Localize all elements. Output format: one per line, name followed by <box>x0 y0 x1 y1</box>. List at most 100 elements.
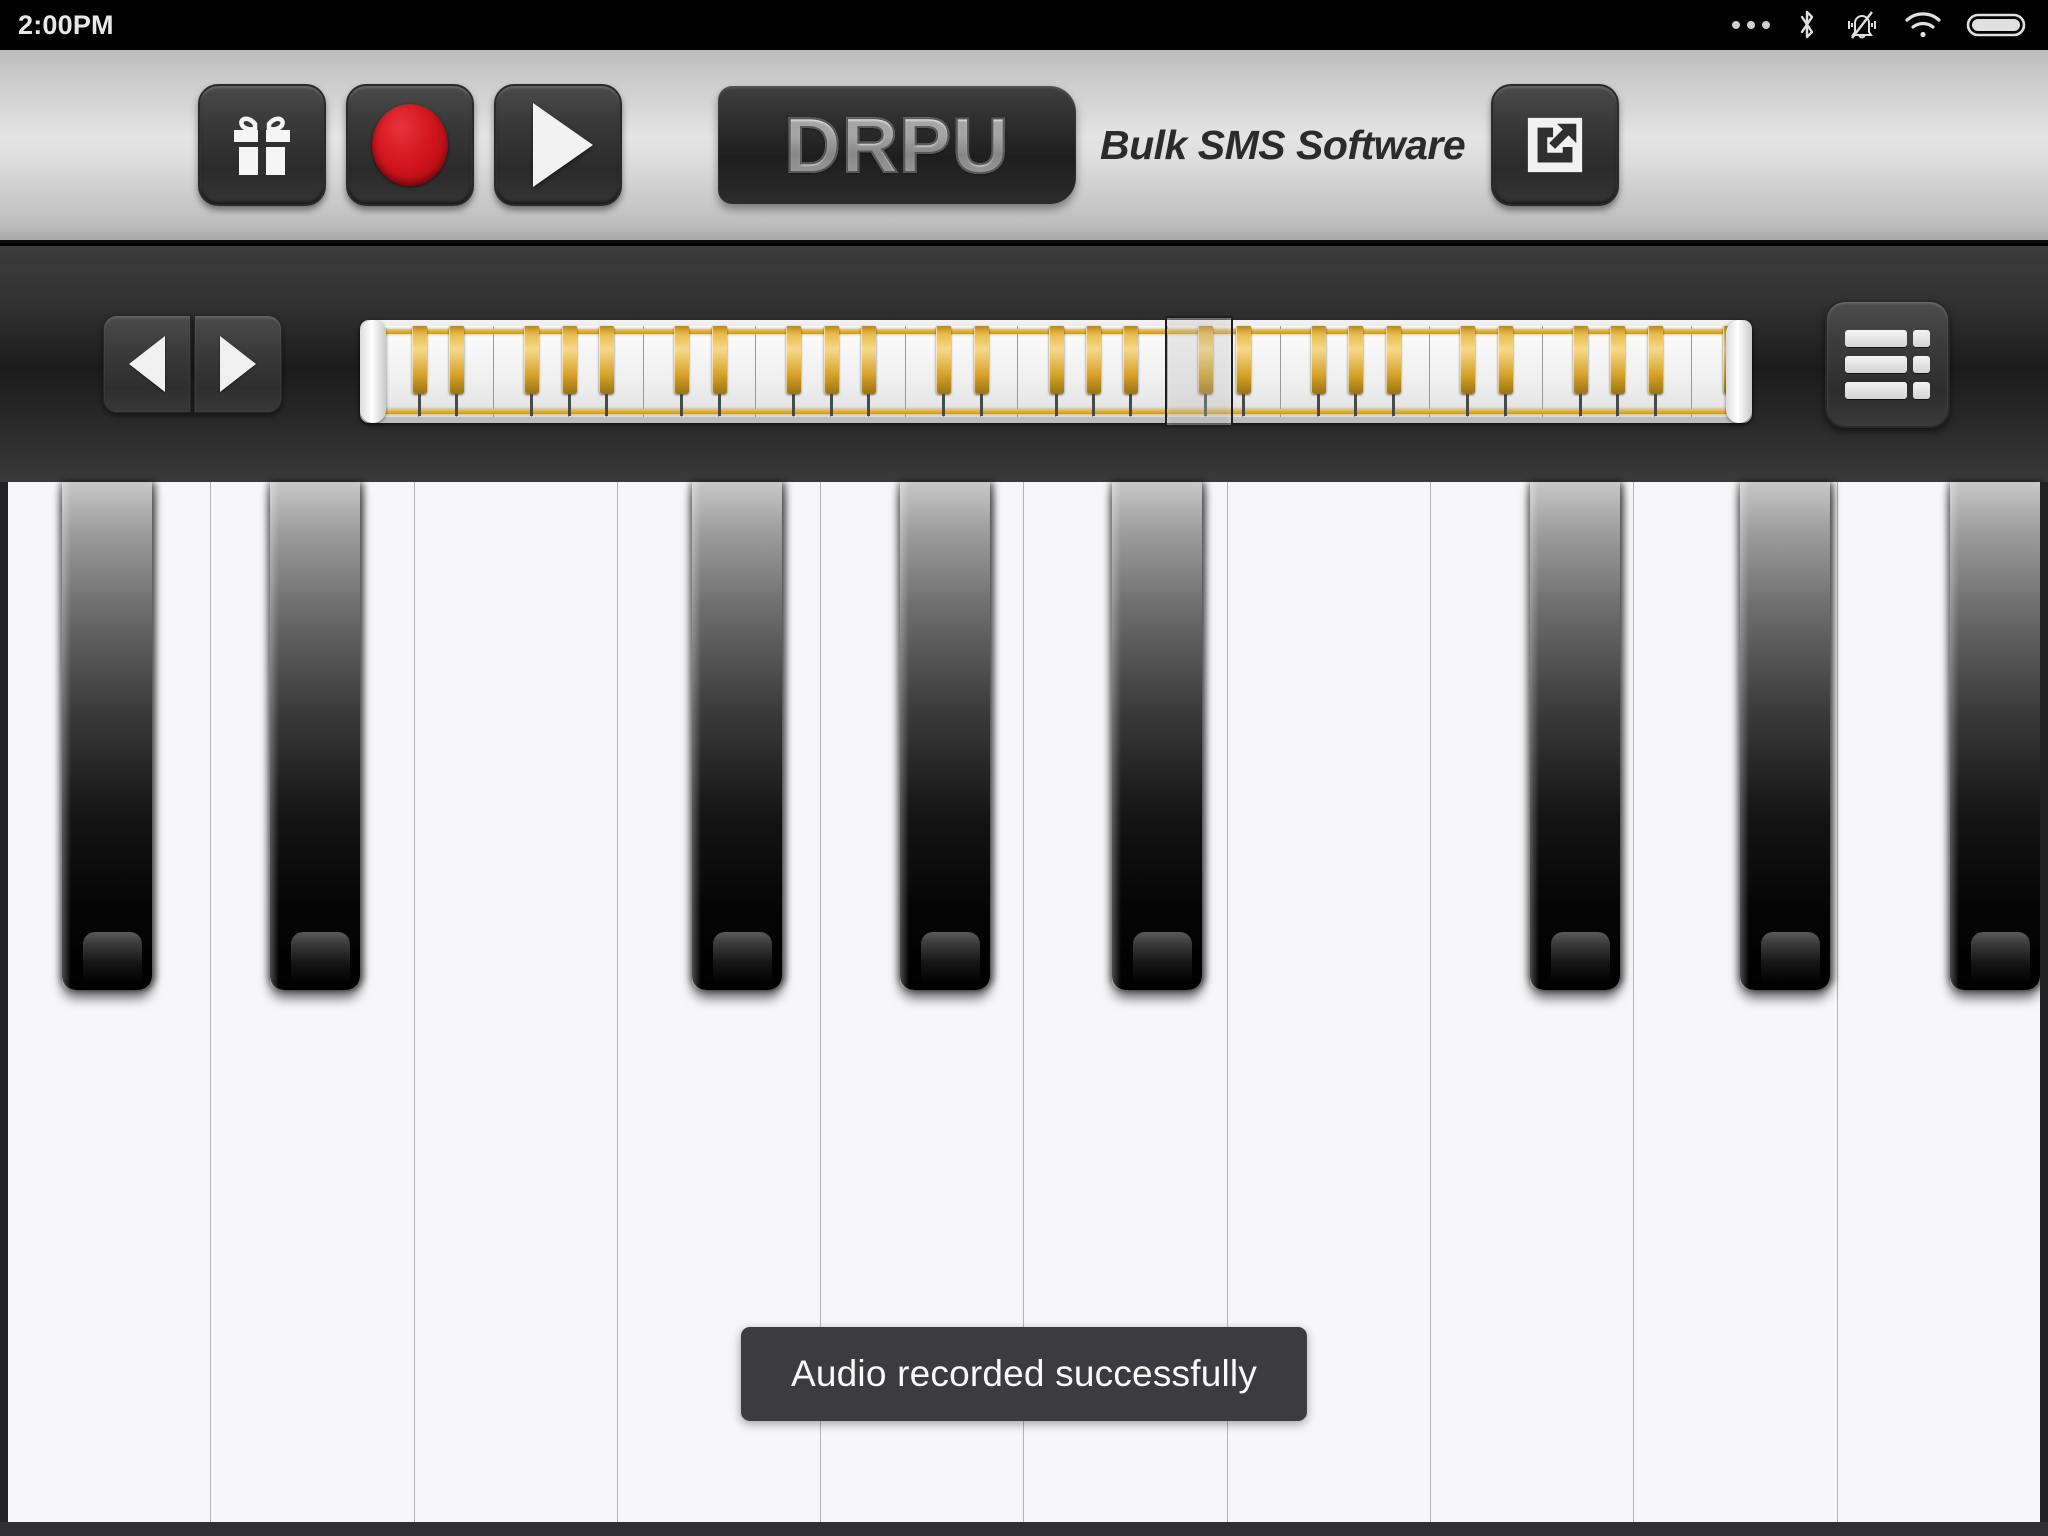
mini-black-key <box>973 326 989 394</box>
status-bar-time: 2:00PM <box>18 9 114 40</box>
mini-black-key <box>1572 326 1588 394</box>
app-logo-badge: DRPU <box>718 86 1076 204</box>
mini-black-key <box>861 326 877 394</box>
black-key[interactable] <box>900 482 990 990</box>
mini-black-key <box>1310 326 1326 394</box>
mini-black-key-stem <box>530 394 534 416</box>
mini-black-key-stem <box>605 394 609 416</box>
mini-black-key <box>674 326 690 394</box>
piano-bottom-rail <box>0 1522 2048 1536</box>
menu-icon-row <box>1845 355 1930 373</box>
mini-keyboard-overview[interactable] <box>360 316 1752 427</box>
mini-black-key-stem <box>1616 394 1620 416</box>
mini-black-key <box>786 326 802 394</box>
black-key[interactable] <box>62 482 152 990</box>
mini-black-key-stem <box>792 394 796 416</box>
mini-black-key-stem <box>567 394 571 416</box>
toast-notification: Audio recorded successfully <box>740 1327 1308 1421</box>
app-root: 2:00PM DRPU Bulk SMS Software Audio reco… <box>0 0 2048 1536</box>
mini-black-key-stem <box>680 394 684 416</box>
mini-black-key-stem <box>1578 394 1582 416</box>
mini-black-key-stem <box>1129 394 1133 416</box>
menu-icon-bar <box>1845 355 1907 373</box>
mini-black-key <box>1460 326 1476 394</box>
menu-button[interactable] <box>1825 300 1950 428</box>
mini-black-key-stem <box>1503 394 1507 416</box>
mini-black-key <box>936 326 952 394</box>
mini-black-key <box>1348 326 1364 394</box>
record-button[interactable] <box>346 84 474 206</box>
export-icon <box>1528 117 1583 173</box>
mini-black-key-stem <box>979 394 983 416</box>
mini-black-key <box>411 326 427 394</box>
mini-black-key <box>1123 326 1139 394</box>
menu-icon-box <box>1913 381 1930 399</box>
black-key[interactable] <box>270 482 360 990</box>
mini-black-key-stem <box>942 394 946 416</box>
wifi-icon <box>1905 12 1941 38</box>
mini-black-key-stem <box>1391 394 1395 416</box>
mini-black-key <box>823 326 839 394</box>
next-octave-button[interactable] <box>194 315 282 413</box>
overflow-dots-icon <box>1732 21 1770 29</box>
battery-icon <box>1966 13 2026 37</box>
white-key[interactable] <box>414 482 618 1522</box>
mini-black-key <box>449 326 465 394</box>
mini-black-key <box>599 326 615 394</box>
mini-black-key <box>1385 326 1401 394</box>
menu-icon-row <box>1845 329 1930 347</box>
mini-black-key-stem <box>455 394 459 416</box>
black-key[interactable] <box>1112 482 1202 990</box>
mini-black-key-stem <box>1091 394 1095 416</box>
gift-button[interactable] <box>198 84 326 206</box>
mini-black-key-stem <box>717 394 721 416</box>
top-toolbar: DRPU Bulk SMS Software <box>0 50 2048 243</box>
menu-icon-bar <box>1845 329 1907 347</box>
mini-black-key <box>561 326 577 394</box>
mini-black-key-stem <box>1241 394 1245 416</box>
piano-edge-right <box>2040 482 2048 1522</box>
status-bar-icons <box>1732 8 2028 42</box>
mini-black-key-stem <box>867 394 871 416</box>
mini-black-key <box>524 326 540 394</box>
export-button[interactable] <box>1491 84 1620 206</box>
mini-black-key-stem <box>1653 394 1657 416</box>
chevron-right-icon <box>220 336 256 392</box>
black-key[interactable] <box>1530 482 1620 990</box>
mini-black-key-stem <box>1054 394 1058 416</box>
black-key[interactable] <box>1950 482 2040 990</box>
bell-muted-icon <box>1848 11 1876 39</box>
mini-black-key-stem <box>1466 394 1470 416</box>
mini-black-key <box>1647 326 1663 394</box>
mini-black-key <box>711 326 727 394</box>
prev-octave-button[interactable] <box>103 315 191 413</box>
octave-arrow-pair <box>103 315 282 413</box>
mini-keyboard-cap-right <box>1726 320 1752 423</box>
play-icon <box>533 103 593 187</box>
mini-black-key <box>1610 326 1626 394</box>
mini-black-key-stem <box>829 394 833 416</box>
gift-icon <box>234 116 290 175</box>
mini-keyboard-cap-left <box>360 320 386 423</box>
toast-message: Audio recorded successfully <box>790 1353 1258 1394</box>
chevron-left-icon <box>129 336 165 392</box>
mini-black-key-stem <box>1354 394 1358 416</box>
menu-icon-bar <box>1845 381 1907 399</box>
status-bar: 2:00PM <box>0 0 2048 50</box>
black-key[interactable] <box>1740 482 1830 990</box>
mini-black-key-stem <box>417 394 421 416</box>
mini-keyboard-viewport-indicator[interactable] <box>1165 316 1233 427</box>
black-key[interactable] <box>692 482 782 990</box>
bluetooth-icon <box>1800 10 1814 39</box>
menu-icon-row <box>1845 381 1930 399</box>
play-button[interactable] <box>494 84 622 206</box>
app-tagline: Bulk SMS Software <box>1100 121 1466 168</box>
record-icon <box>372 104 448 186</box>
mini-black-key <box>1497 326 1513 394</box>
menu-icon-box <box>1913 329 1930 347</box>
piano-edge-left <box>0 482 8 1522</box>
mini-black-key <box>1085 326 1101 394</box>
menu-icon-box <box>1913 355 1930 373</box>
mini-black-key <box>1048 326 1064 394</box>
mini-black-key <box>1235 326 1251 394</box>
